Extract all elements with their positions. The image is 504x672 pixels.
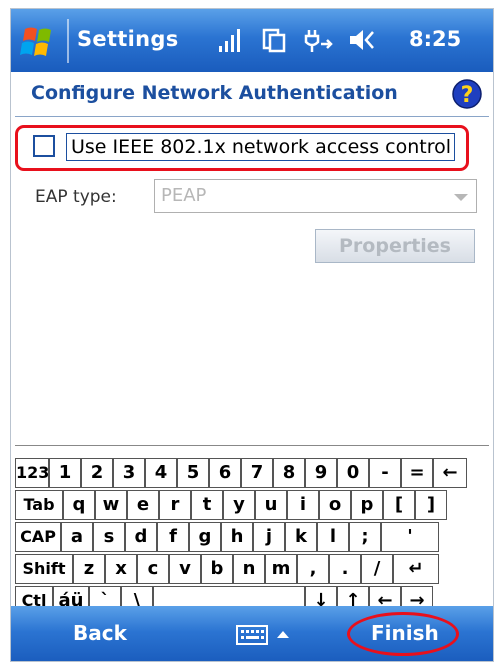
ieee-8021x-label[interactable]: Use IEEE 802.1x network access control bbox=[66, 133, 455, 161]
key-char[interactable]: 0 bbox=[337, 458, 369, 488]
key-char[interactable]: j bbox=[253, 522, 285, 552]
eap-type-value: PEAP bbox=[161, 185, 207, 206]
key-char[interactable]: a bbox=[61, 522, 93, 552]
key-char[interactable]: 2 bbox=[81, 458, 113, 488]
key-char[interactable]: - bbox=[369, 458, 401, 488]
key-char[interactable]: b bbox=[201, 554, 233, 584]
key-char[interactable]: p bbox=[351, 490, 383, 520]
key-char[interactable]: o bbox=[319, 490, 351, 520]
key-char[interactable]: q bbox=[63, 490, 95, 520]
key-caps[interactable]: CAP bbox=[15, 522, 61, 552]
key-char[interactable]: z bbox=[73, 554, 105, 584]
highlight-outline bbox=[347, 612, 459, 656]
device-screen: Settings 8:25 Configure Network Authenti… bbox=[10, 8, 494, 662]
svg-text:?: ? bbox=[461, 83, 474, 108]
connectivity-icon[interactable] bbox=[261, 26, 287, 54]
key-char[interactable]: i bbox=[287, 490, 319, 520]
key-char[interactable]: 3 bbox=[113, 458, 145, 488]
key-char[interactable]: k bbox=[285, 522, 317, 552]
key-123[interactable]: 123 bbox=[15, 458, 49, 488]
bottom-bar: Back Finish bbox=[11, 606, 493, 661]
network-plug-icon[interactable] bbox=[301, 26, 333, 54]
key-char[interactable]: 8 bbox=[273, 458, 305, 488]
key-enter[interactable]: ↵ bbox=[393, 554, 439, 584]
back-button[interactable]: Back bbox=[73, 621, 127, 645]
eap-type-label: EAP type: bbox=[35, 187, 117, 207]
key-char[interactable]: 6 bbox=[209, 458, 241, 488]
key-char[interactable]: ' bbox=[381, 522, 439, 552]
key-char[interactable]: x bbox=[105, 554, 137, 584]
key-shift[interactable]: Shift bbox=[15, 554, 73, 584]
key-char[interactable]: , bbox=[297, 554, 329, 584]
key-char[interactable]: s bbox=[93, 522, 125, 552]
key-char[interactable]: m bbox=[265, 554, 297, 584]
app-title: Settings bbox=[77, 27, 179, 51]
key-char[interactable]: 9 bbox=[305, 458, 337, 488]
ieee-8021x-checkbox[interactable] bbox=[33, 135, 55, 157]
key-tab[interactable]: Tab bbox=[15, 490, 63, 520]
speaker-icon[interactable] bbox=[347, 26, 379, 54]
key-char[interactable]: u bbox=[255, 490, 287, 520]
keyboard-icon[interactable] bbox=[235, 623, 295, 647]
key-char[interactable]: r bbox=[159, 490, 191, 520]
key-char[interactable]: ] bbox=[415, 490, 447, 520]
key-char[interactable]: g bbox=[189, 522, 221, 552]
key-char[interactable]: n bbox=[233, 554, 265, 584]
key-char[interactable]: ; bbox=[349, 522, 381, 552]
key-char[interactable]: w bbox=[95, 490, 127, 520]
header-divider bbox=[15, 116, 489, 117]
key-char[interactable]: c bbox=[137, 554, 169, 584]
key-char[interactable]: = bbox=[401, 458, 433, 488]
eap-type-select[interactable]: PEAP bbox=[154, 179, 477, 213]
start-logo-icon[interactable] bbox=[19, 25, 59, 61]
key-backspace[interactable]: ← bbox=[433, 458, 467, 488]
page-title: Configure Network Authentication bbox=[31, 82, 398, 104]
key-char[interactable]: l bbox=[317, 522, 349, 552]
key-char[interactable]: / bbox=[361, 554, 393, 584]
key-char[interactable]: 1 bbox=[49, 458, 81, 488]
key-char[interactable]: . bbox=[329, 554, 361, 584]
properties-button[interactable]: Properties bbox=[315, 229, 475, 263]
chevron-down-icon bbox=[454, 194, 468, 201]
title-bar: Settings 8:25 bbox=[11, 9, 493, 72]
title-separator bbox=[67, 19, 69, 63]
clock[interactable]: 8:25 bbox=[409, 27, 461, 51]
key-char[interactable]: e bbox=[127, 490, 159, 520]
key-char[interactable]: 5 bbox=[177, 458, 209, 488]
key-char[interactable]: 4 bbox=[145, 458, 177, 488]
key-char[interactable]: t bbox=[191, 490, 223, 520]
key-char[interactable]: y bbox=[223, 490, 255, 520]
key-char[interactable]: d bbox=[125, 522, 157, 552]
key-char[interactable]: h bbox=[221, 522, 253, 552]
key-char[interactable]: [ bbox=[383, 490, 415, 520]
help-icon[interactable]: ? bbox=[451, 78, 483, 110]
key-char[interactable]: v bbox=[169, 554, 201, 584]
signal-strength-icon[interactable] bbox=[217, 26, 245, 54]
soft-keyboard: 123 1 2 3 4 5 6 7 8 9 0- = ← Tab q w e r t y u i o p[] CAP a s d f g h… bbox=[15, 445, 489, 616]
key-char[interactable]: 7 bbox=[241, 458, 273, 488]
key-char[interactable]: f bbox=[157, 522, 189, 552]
